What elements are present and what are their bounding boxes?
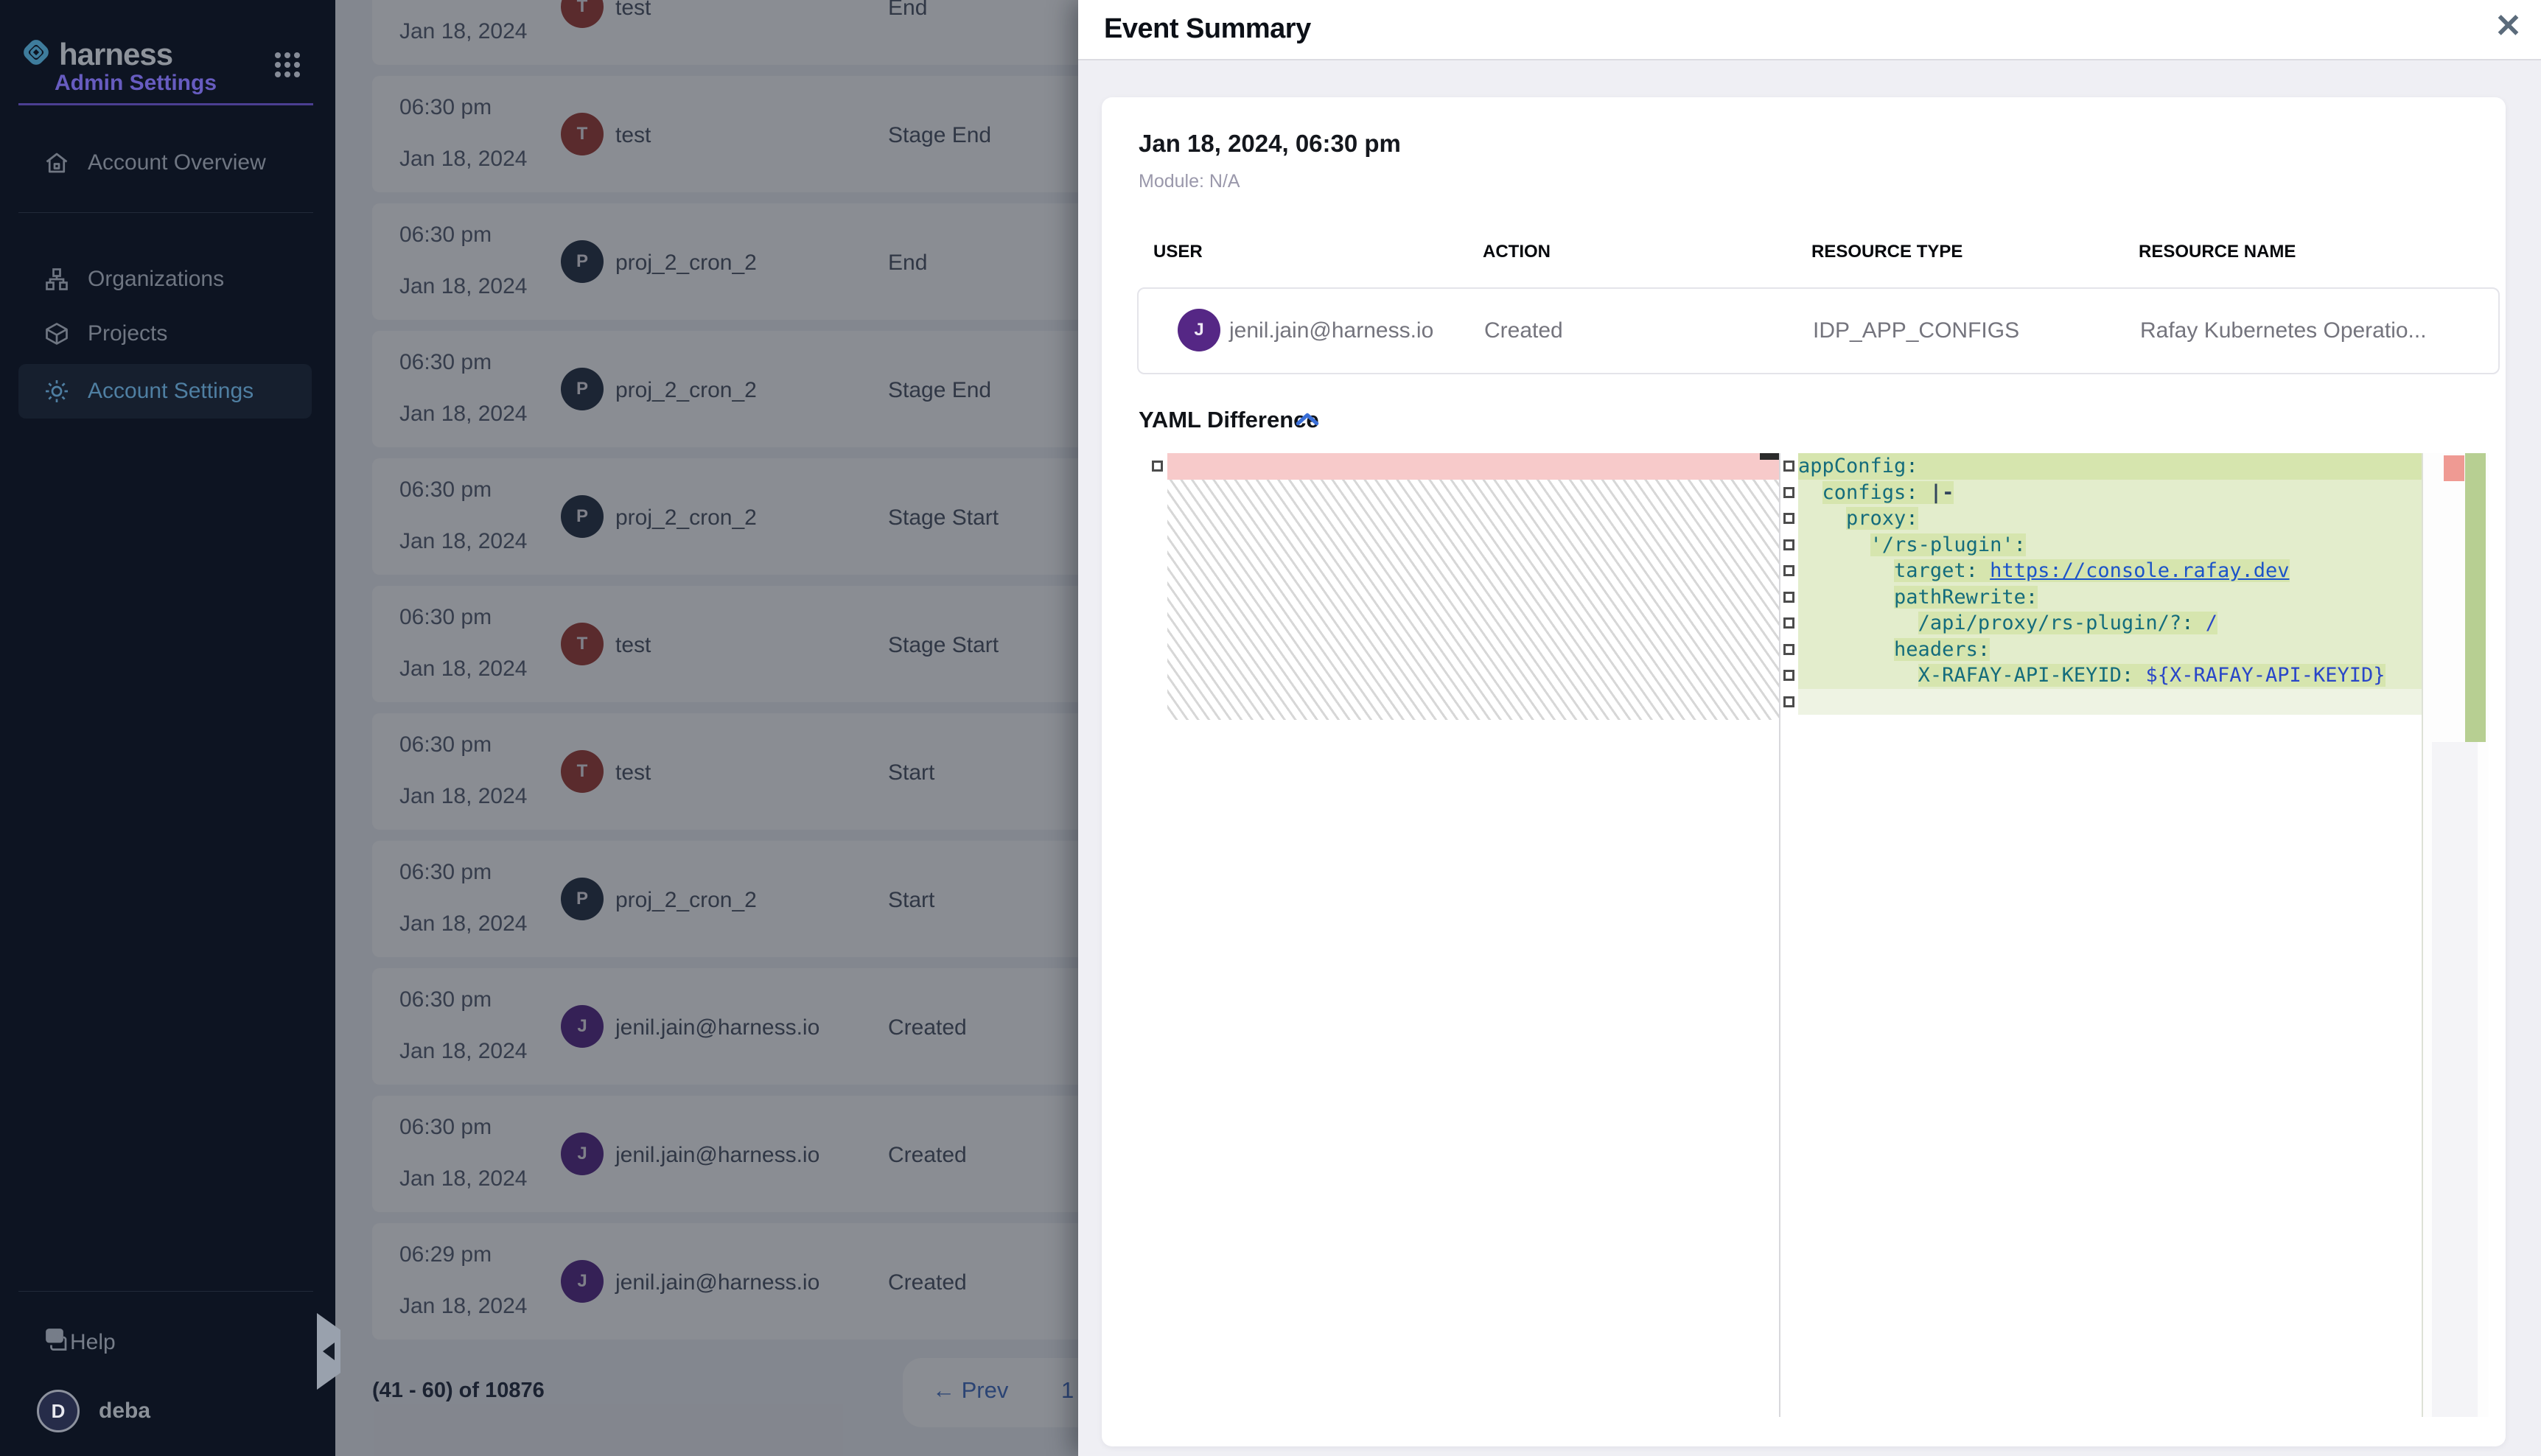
removed-line	[1167, 453, 1779, 480]
yaml-difference-label: YAML Difference	[1139, 407, 1319, 433]
event-summary-drawer: Event Summary ✕ Jan 18, 2024, 06:30 pm M…	[1078, 0, 2541, 1456]
modal-scrim[interactable]	[335, 0, 1078, 1456]
sidebar-item-account-overview[interactable]: Account Overview	[18, 136, 312, 190]
code-line: X-RAFAY-API-KEYID: ${X-RAFAY-API-KEYID}	[1798, 662, 2422, 689]
detail-resource-type: IDP_APP_CONFIGS	[1813, 318, 2019, 343]
fold-marker[interactable]	[1783, 539, 1794, 550]
code-line: configs: |-	[1798, 480, 2422, 506]
col-header-resource-type: RESOURCE TYPE	[1811, 242, 1962, 262]
fold-marker[interactable]	[1783, 670, 1794, 681]
col-header-user: USER	[1153, 242, 1203, 262]
fold-marker[interactable]	[1783, 592, 1794, 603]
sidebar-item-label: Account Settings	[88, 379, 254, 404]
diff-overview-ruler	[2422, 453, 2489, 1417]
chevron-up-icon[interactable]	[1295, 410, 1320, 433]
detail-action: Created	[1484, 318, 1563, 343]
col-header-action: ACTION	[1483, 242, 1551, 262]
avatar: D	[37, 1390, 80, 1432]
home-icon	[43, 150, 70, 176]
gear-icon	[43, 378, 70, 405]
detail-user: jenil.jain@harness.io	[1229, 318, 1433, 343]
overview-removed-marker	[2444, 455, 2464, 481]
sidebar-divider	[18, 212, 313, 213]
col-header-resource-name: RESOURCE NAME	[2139, 242, 2296, 262]
sidebar-item-label: Account Overview	[88, 150, 266, 175]
drawer-header: Event Summary ✕	[1078, 0, 2541, 60]
help-label: Help	[70, 1330, 116, 1355]
diff-left-fold-gutter	[1150, 453, 1167, 1417]
fold-marker[interactable]	[1783, 487, 1794, 498]
fold-marker[interactable]	[1783, 644, 1794, 655]
code-line: pathRewrite:	[1798, 584, 2422, 611]
collapse-arrow-icon	[323, 1343, 335, 1360]
code-line: proxy:	[1798, 505, 2422, 532]
brand: harness	[19, 35, 172, 73]
help-chat-icon: ?	[43, 1326, 70, 1359]
event-datetime: Jan 18, 2024, 06:30 pm	[1139, 130, 1401, 158]
svg-text:?: ?	[52, 1331, 57, 1342]
harness-logo-icon	[19, 35, 53, 73]
module-grid-icon[interactable]	[274, 52, 301, 82]
user-name: deba	[99, 1399, 150, 1424]
event-detail-row: J jenil.jain@harness.io Created IDP_APP_…	[1137, 287, 2500, 374]
scrollbar-track[interactable]	[2432, 742, 2478, 1417]
drawer-title: Event Summary	[1104, 13, 1311, 45]
user-menu[interactable]: D deba	[37, 1390, 150, 1432]
diff-empty-hatch	[1167, 480, 1779, 720]
code-line: '/rs-plugin':	[1798, 532, 2422, 559]
event-detail-card: Jan 18, 2024, 06:30 pm Module: N/A USER …	[1102, 97, 2506, 1446]
sidebar-divider	[18, 1291, 313, 1292]
brand-name: harness	[59, 37, 172, 72]
org-chart-icon	[43, 266, 70, 293]
fold-marker[interactable]	[1783, 565, 1794, 576]
fold-marker[interactable]	[1783, 461, 1794, 472]
fold-marker[interactable]	[1783, 696, 1794, 707]
avatar: J	[1178, 309, 1220, 351]
fold-marker[interactable]	[1783, 617, 1794, 629]
code-line: target: https://console.rafay.dev	[1798, 558, 2422, 584]
fold-marker[interactable]	[1783, 513, 1794, 524]
detail-resource-name: Rafay Kubernetes Operatio...	[2140, 318, 2427, 343]
sidebar-item-help[interactable]: ? Help	[18, 1316, 312, 1369]
code-line: /api/proxy/rs-plugin/?: /	[1798, 610, 2422, 637]
sidebar-accent-rule	[18, 103, 313, 105]
yaml-diff-viewer: appConfig: configs: |- proxy: '/rs-plugi…	[1150, 453, 2487, 1417]
removed-line-scroll-marker	[1760, 453, 1779, 460]
close-icon[interactable]: ✕	[2495, 10, 2522, 43]
event-module: Module: N/A	[1139, 171, 1240, 192]
code-line-empty	[1798, 689, 2422, 715]
app-root: harness Admin Settings Account Overview	[0, 0, 2541, 1456]
sidebar-item-label: Organizations	[88, 267, 224, 292]
overview-added-marker	[2465, 453, 2486, 742]
code-line: headers:	[1798, 637, 2422, 663]
diff-right-fold-gutter	[1780, 453, 1798, 1417]
diff-removed-pane	[1167, 453, 1779, 1417]
fold-marker[interactable]	[1152, 461, 1163, 472]
sidebar-item-label: Projects	[88, 321, 167, 346]
sidebar-item-projects[interactable]: Projects	[18, 307, 312, 361]
sidebar-item-organizations[interactable]: Organizations	[18, 252, 312, 307]
sidebar-item-account-settings[interactable]: Account Settings	[18, 364, 312, 419]
sidebar-subtitle: Admin Settings	[55, 71, 217, 96]
sidebar: harness Admin Settings Account Overview	[0, 0, 335, 1456]
code-line: appConfig:	[1798, 453, 2422, 480]
diff-added-code: appConfig: configs: |- proxy: '/rs-plugi…	[1798, 453, 2422, 1417]
cube-icon	[43, 321, 70, 347]
